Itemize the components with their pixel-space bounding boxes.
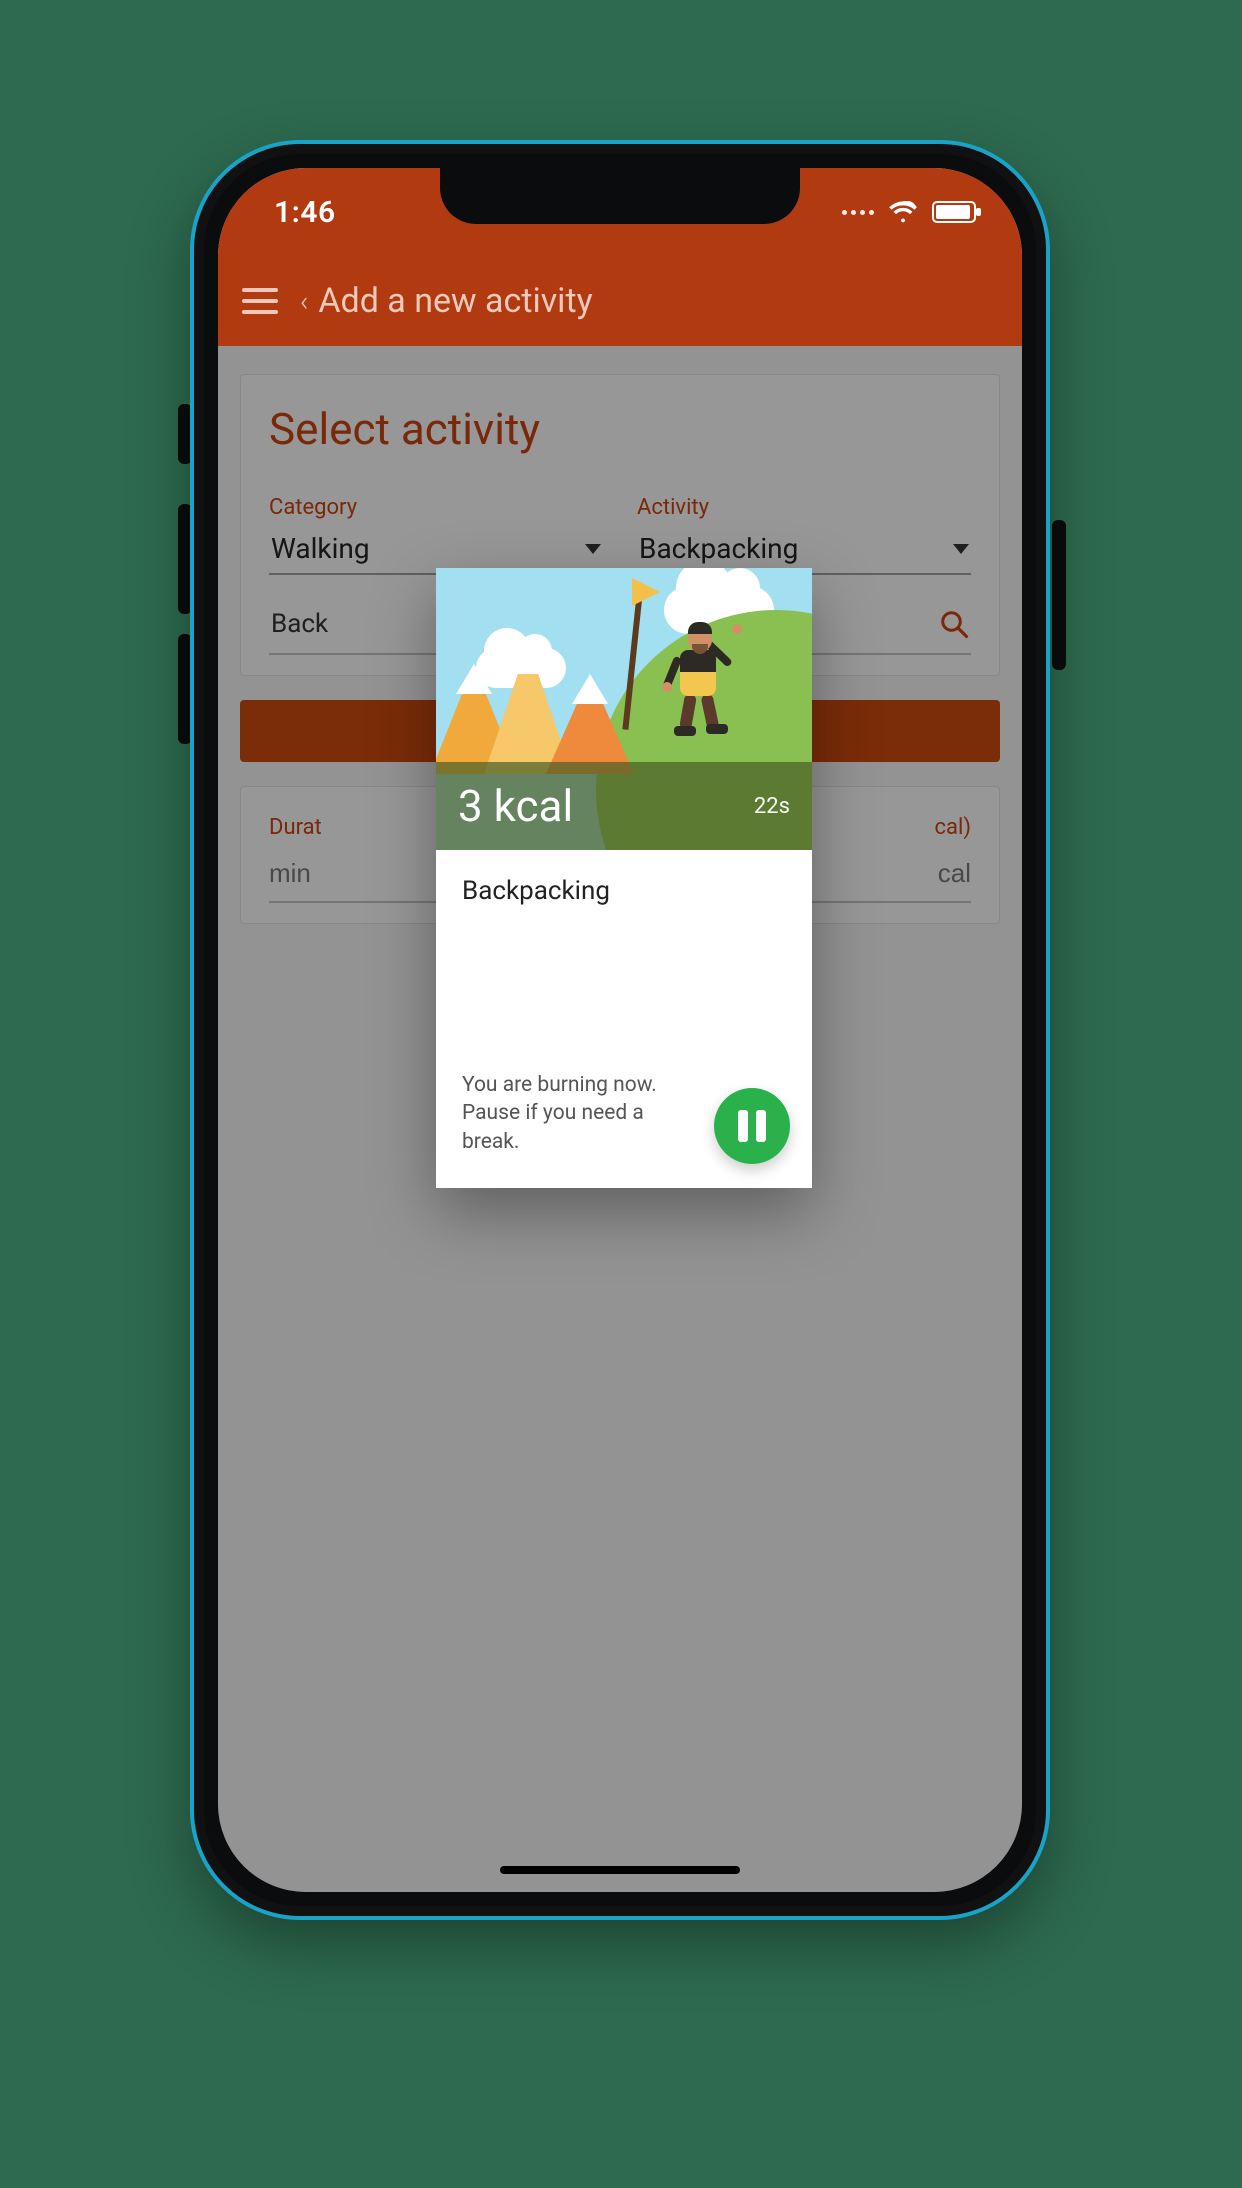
device-notch	[440, 168, 800, 224]
kcal-band: 3 kcal 22s	[436, 762, 812, 850]
chevron-left-icon: ‹	[300, 285, 308, 318]
hiker-icon	[654, 622, 740, 738]
battery-icon	[932, 201, 976, 223]
status-icons	[842, 201, 976, 223]
modal-body: Backpacking You are burning now. Pause i…	[436, 850, 812, 1188]
status-time: 1:46	[274, 195, 336, 230]
phone-side-button	[1052, 520, 1066, 670]
activity-modal: 3 kcal 22s Backpacking You are burning n…	[436, 568, 812, 1188]
flag-icon	[632, 578, 660, 606]
screen: 1:46 ‹ Add a new activity	[218, 168, 1022, 1892]
wifi-icon	[888, 201, 918, 223]
snowcap-icon	[510, 644, 546, 674]
cellular-dots-icon	[842, 210, 874, 215]
modal-activity-name: Backpacking	[462, 876, 786, 906]
snowcap-icon	[456, 664, 492, 694]
kcal-value: 3 kcal	[458, 780, 573, 832]
header-title: Add a new activity	[318, 281, 592, 321]
modal-illustration: 3 kcal 22s	[436, 568, 812, 850]
phone-frame: 1:46 ‹ Add a new activity	[190, 140, 1050, 1920]
modal-hint-text: You are burning now. Pause if you need a…	[462, 1071, 692, 1156]
pause-button[interactable]	[714, 1088, 790, 1164]
back-button[interactable]: ‹ Add a new activity	[300, 281, 593, 321]
pause-icon	[738, 1110, 766, 1142]
menu-icon[interactable]	[242, 288, 278, 314]
snowcap-icon	[572, 674, 608, 704]
elapsed-time: 22s	[754, 794, 790, 819]
app-header: ‹ Add a new activity	[218, 256, 1022, 346]
home-indicator[interactable]	[500, 1866, 740, 1874]
